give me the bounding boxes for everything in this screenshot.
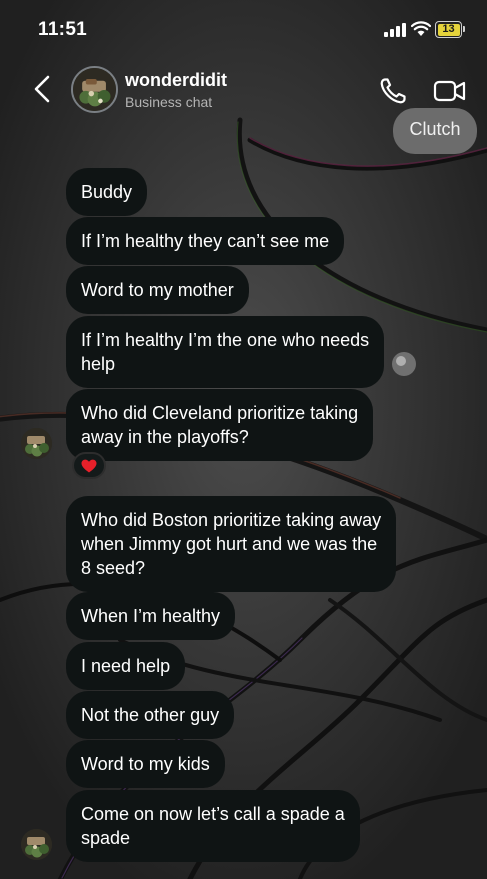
message-bubble[interactable]: Word to my mother bbox=[66, 266, 249, 314]
message-bubble[interactable]: When I’m healthy bbox=[66, 592, 236, 640]
message-text: Who did Boston prioritize taking away wh… bbox=[81, 510, 382, 578]
sent-message-text: Clutch bbox=[409, 119, 461, 139]
message-bubble[interactable]: If I’m healthy I’m the one who needs hel… bbox=[66, 316, 385, 388]
message-bubble[interactable]: Buddy bbox=[66, 168, 148, 216]
sender-avatar[interactable] bbox=[21, 829, 52, 860]
reaction-badge[interactable] bbox=[72, 452, 106, 479]
sent-message-bubble[interactable]: Clutch bbox=[393, 108, 477, 154]
message-text: Word to my kids bbox=[81, 754, 210, 774]
message-text: Buddy bbox=[81, 182, 133, 202]
contact-name[interactable]: wonderdidit bbox=[125, 70, 227, 91]
sender-avatar[interactable] bbox=[21, 428, 52, 459]
cellular-signal-icon bbox=[384, 23, 406, 37]
message-bubble[interactable]: I need help bbox=[66, 642, 186, 690]
message-text: If I’m healthy they can’t see me bbox=[81, 231, 330, 251]
message-text: Who did Cleveland prioritize taking away… bbox=[81, 403, 359, 447]
message-text: I need help bbox=[81, 656, 171, 676]
wifi-icon bbox=[411, 21, 431, 36]
red-heart-icon bbox=[81, 459, 97, 472]
message-bubble[interactable]: Come on now let’s call a spade a spade bbox=[66, 790, 360, 862]
contact-avatar[interactable] bbox=[71, 66, 118, 113]
message-text: If I’m healthy I’m the one who needs hel… bbox=[81, 330, 370, 374]
message-bubble[interactable]: If I’m healthy they can’t see me bbox=[66, 217, 345, 265]
message-bubble[interactable]: Word to my kids bbox=[66, 740, 225, 788]
message-bubble[interactable]: Who did Boston prioritize taking away wh… bbox=[66, 496, 397, 592]
message-text: When I’m healthy bbox=[81, 606, 221, 626]
battery-indicator: 13 bbox=[435, 21, 465, 38]
video-call-button[interactable] bbox=[433, 76, 467, 106]
contact-subtitle: Business chat bbox=[125, 94, 213, 110]
back-button[interactable] bbox=[28, 73, 56, 105]
battery-level: 13 bbox=[437, 23, 460, 36]
message-text: Come on now let’s call a spade a spade bbox=[81, 804, 345, 848]
call-button[interactable] bbox=[378, 76, 408, 106]
message-text: Not the other guy bbox=[81, 705, 220, 725]
message-bubble[interactable]: Who did Cleveland prioritize taking away… bbox=[66, 389, 374, 461]
message-bubble[interactable]: Not the other guy bbox=[66, 691, 235, 739]
status-time: 11:51 bbox=[38, 19, 88, 40]
message-text: Word to my mother bbox=[81, 280, 234, 300]
status-bar: 11:51 13 bbox=[0, 0, 487, 60]
